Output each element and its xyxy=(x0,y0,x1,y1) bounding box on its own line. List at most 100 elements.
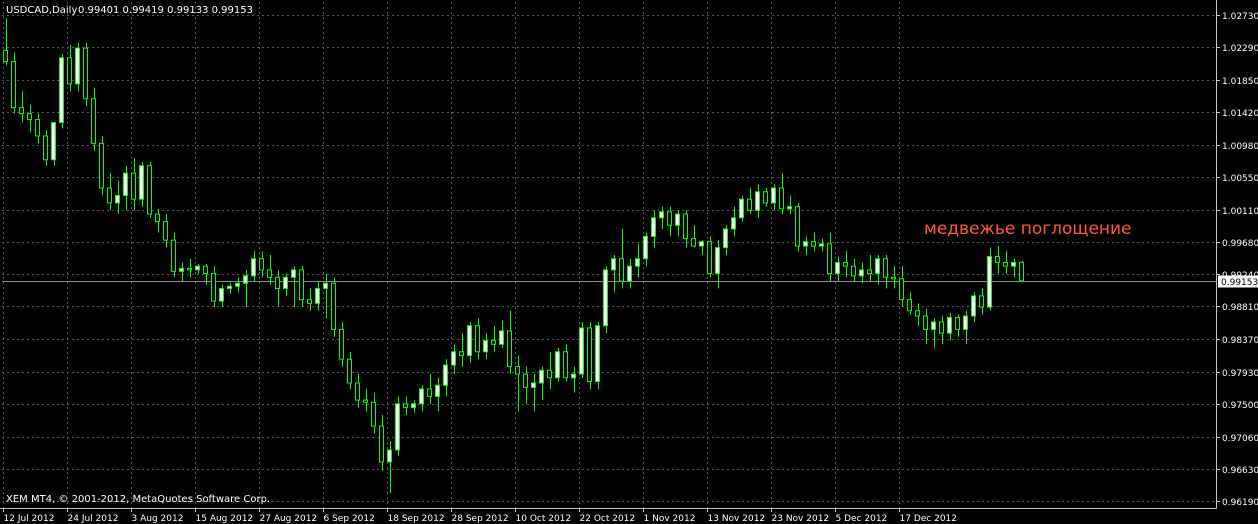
candle[interactable] xyxy=(867,255,872,282)
candle[interactable] xyxy=(851,258,856,282)
candle[interactable] xyxy=(619,228,624,289)
candles[interactable] xyxy=(3,18,1024,494)
candle[interactable] xyxy=(499,320,504,349)
time-scale[interactable]: 12 Jul 2012 24 Jul 2012 3 Aug 2012 15 Aug 2… xyxy=(3,508,958,524)
candle[interactable] xyxy=(811,232,816,252)
candle[interactable] xyxy=(435,377,440,412)
candle[interactable] xyxy=(691,225,696,248)
candle[interactable] xyxy=(803,236,808,255)
candle[interactable] xyxy=(739,195,744,222)
candle[interactable] xyxy=(419,385,424,412)
candle[interactable] xyxy=(275,269,280,308)
candle[interactable] xyxy=(563,344,568,382)
candle[interactable] xyxy=(1003,251,1008,274)
candle[interactable] xyxy=(131,158,136,211)
candle[interactable] xyxy=(747,188,752,215)
candle[interactable] xyxy=(339,321,344,367)
candle[interactable] xyxy=(731,206,736,237)
candle[interactable] xyxy=(115,180,120,215)
candle[interactable] xyxy=(283,273,288,296)
candle[interactable] xyxy=(891,266,896,289)
candle[interactable] xyxy=(843,251,848,278)
candle[interactable] xyxy=(939,316,944,345)
candle[interactable] xyxy=(323,273,328,319)
candle[interactable] xyxy=(603,266,608,334)
candle[interactable] xyxy=(835,256,840,282)
candle[interactable] xyxy=(971,292,976,322)
candle[interactable] xyxy=(155,208,160,233)
candle[interactable] xyxy=(299,266,304,308)
candle[interactable] xyxy=(611,255,616,293)
candle[interactable] xyxy=(219,284,224,308)
candle[interactable] xyxy=(723,225,728,255)
candle[interactable] xyxy=(483,333,488,360)
candle[interactable] xyxy=(779,173,784,215)
candle[interactable] xyxy=(459,333,464,367)
candle[interactable] xyxy=(347,351,352,389)
candle[interactable] xyxy=(587,321,592,389)
candle[interactable] xyxy=(403,396,408,415)
candle[interactable] xyxy=(547,351,552,389)
candle[interactable] xyxy=(667,206,672,237)
candle[interactable] xyxy=(643,232,648,267)
candle[interactable] xyxy=(83,42,88,107)
candle[interactable] xyxy=(251,251,256,282)
candle[interactable] xyxy=(771,184,776,211)
candle[interactable] xyxy=(907,292,912,315)
candle[interactable] xyxy=(363,388,368,412)
candle[interactable] xyxy=(427,374,432,404)
candle[interactable] xyxy=(491,325,496,352)
candle[interactable] xyxy=(51,122,56,166)
candle[interactable] xyxy=(147,161,152,218)
candle[interactable] xyxy=(675,210,680,237)
candle[interactable] xyxy=(331,277,336,337)
candle[interactable] xyxy=(555,348,560,382)
candle[interactable] xyxy=(923,308,928,345)
candle[interactable] xyxy=(627,258,632,289)
candle[interactable] xyxy=(451,344,456,375)
candle[interactable] xyxy=(387,441,392,494)
candle[interactable] xyxy=(227,283,232,294)
candle[interactable] xyxy=(99,135,104,196)
candle[interactable] xyxy=(595,321,600,389)
candle[interactable] xyxy=(91,87,96,151)
candle[interactable] xyxy=(539,366,544,401)
candle[interactable] xyxy=(179,262,184,282)
candle[interactable] xyxy=(235,277,240,293)
candle[interactable] xyxy=(883,255,888,289)
candle[interactable] xyxy=(963,310,968,345)
candle[interactable] xyxy=(571,366,576,393)
candle[interactable] xyxy=(243,269,248,308)
candle[interactable] xyxy=(163,214,168,248)
candle[interactable] xyxy=(443,359,448,397)
candle[interactable] xyxy=(27,104,32,133)
candle[interactable] xyxy=(659,206,664,229)
candle[interactable] xyxy=(515,355,520,412)
candle[interactable] xyxy=(107,173,112,211)
candle[interactable] xyxy=(211,266,216,308)
chart-window[interactable]: 1.02730 1.02290 1.01850 1.01420 1.00980 1.005… xyxy=(0,0,1258,524)
candle[interactable] xyxy=(859,262,864,284)
candle[interactable] xyxy=(987,247,992,311)
candle[interactable] xyxy=(411,400,416,413)
candle[interactable] xyxy=(827,232,832,282)
candle[interactable] xyxy=(379,414,384,471)
candle[interactable] xyxy=(507,310,512,375)
candle[interactable] xyxy=(651,210,656,248)
candle[interactable] xyxy=(699,240,704,255)
candle[interactable] xyxy=(875,255,880,285)
candle[interactable] xyxy=(467,321,472,363)
candle[interactable] xyxy=(795,202,800,252)
candle[interactable] xyxy=(67,45,72,92)
candle[interactable] xyxy=(371,392,376,434)
candle[interactable] xyxy=(995,246,1000,274)
candle[interactable] xyxy=(11,52,16,114)
candle[interactable] xyxy=(707,236,712,278)
candle[interactable] xyxy=(19,91,24,123)
candle[interactable] xyxy=(291,266,296,308)
candle[interactable] xyxy=(3,18,8,66)
candle[interactable] xyxy=(947,313,952,341)
candle[interactable] xyxy=(787,195,792,215)
candlestick-chart[interactable]: 1.02730 1.02290 1.01850 1.01420 1.00980 1.005… xyxy=(0,0,1258,524)
candle[interactable] xyxy=(531,374,536,412)
